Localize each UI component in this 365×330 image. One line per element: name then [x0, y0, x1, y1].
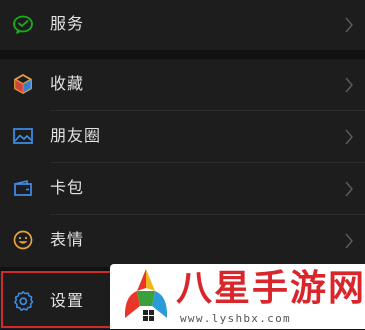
settings-gear-icon	[11, 289, 35, 313]
menu-item-label: 朋友圈	[50, 126, 102, 145]
card-wallet-icon	[11, 176, 35, 200]
menu-item-moments[interactable]: 朋友圈	[0, 111, 365, 163]
wechat-me-menu-screen: 服务 收藏 朋友圈 卡包 表情 设置 八星手游网 www.lyshbx.com	[0, 0, 365, 329]
menu-item-label: 服务	[50, 14, 85, 33]
site-logo-icon	[116, 266, 176, 326]
favorites-cube-icon	[11, 72, 35, 96]
chevron-right-icon	[345, 181, 353, 197]
menu-item-stickers[interactable]: 表情	[0, 215, 365, 267]
menu-item-label: 设置	[50, 291, 85, 310]
watermark-url: www.lyshbx.com	[180, 312, 291, 325]
section-gap	[0, 50, 365, 59]
chevron-right-icon	[345, 233, 353, 249]
chevron-right-icon	[345, 17, 353, 33]
site-watermark: 八星手游网 www.lyshbx.com	[110, 264, 365, 329]
chevron-right-icon	[345, 77, 353, 93]
menu-item-services[interactable]: 服务	[0, 0, 365, 50]
chevron-right-icon	[345, 129, 353, 145]
emoji-face-icon	[11, 228, 35, 252]
menu-item-label: 表情	[50, 230, 85, 249]
menu-item-favorites[interactable]: 收藏	[0, 59, 365, 111]
moments-picture-icon	[11, 124, 35, 148]
menu-item-card-wallet[interactable]: 卡包	[0, 163, 365, 215]
wechat-pay-icon	[11, 12, 35, 36]
menu-item-label: 收藏	[50, 74, 85, 93]
menu-item-label: 卡包	[50, 178, 85, 197]
watermark-title: 八星手游网	[176, 268, 365, 309]
